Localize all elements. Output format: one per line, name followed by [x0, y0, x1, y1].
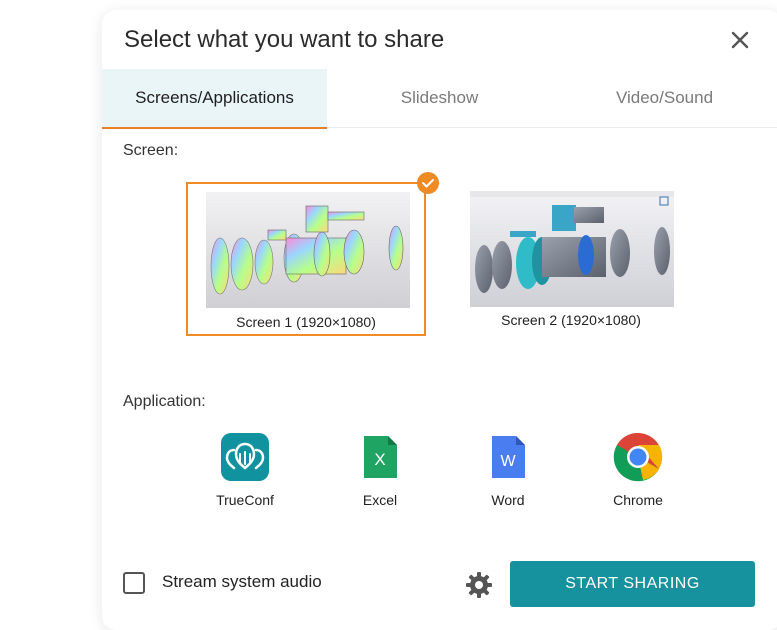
app-trueconf[interactable]: TrueConf [200, 432, 290, 522]
dialog-title: Select what you want to share [124, 26, 445, 53]
close-icon[interactable] [728, 28, 752, 52]
start-sharing-button[interactable]: START SHARING [510, 561, 755, 607]
screen-section-label: Screen: [123, 142, 179, 159]
tab-bar: Screens/Applications Slideshow Video/Sou… [102, 69, 777, 129]
application-section-label: Application: [123, 393, 206, 410]
screen-1-caption: Screen 1 (1920×1080) [236, 314, 376, 330]
selected-check-icon [417, 172, 439, 194]
word-icon: W [483, 432, 533, 482]
excel-icon: X [355, 432, 405, 482]
app-word[interactable]: W Word [463, 432, 553, 522]
tab-slideshow[interactable]: Slideshow [327, 69, 552, 127]
screen-1-thumbnail [206, 192, 410, 308]
screen-2-thumbnail [470, 191, 674, 307]
app-excel-label: Excel [362, 492, 398, 508]
gear-icon[interactable] [464, 570, 494, 600]
trueconf-icon [220, 432, 270, 482]
chrome-icon [613, 432, 663, 482]
stream-audio-checkbox[interactable] [123, 572, 145, 594]
tab-screens-applications[interactable]: Screens/Applications [102, 69, 327, 129]
stream-audio-label: Stream system audio [162, 572, 322, 591]
screen-2-card[interactable]: Screen 2 (1920×1080) [451, 182, 691, 336]
svg-text:W: W [500, 453, 516, 470]
svg-text:X: X [374, 450, 385, 469]
screen-2-caption: Screen 2 (1920×1080) [501, 312, 641, 328]
app-chrome[interactable]: Chrome [593, 432, 683, 522]
tab-video-sound[interactable]: Video/Sound [552, 69, 777, 127]
app-trueconf-label: TrueConf [216, 492, 274, 508]
app-word-label: Word [491, 492, 525, 508]
app-excel[interactable]: X Excel [335, 432, 425, 522]
screen-1-card[interactable]: Screen 1 (1920×1080) [186, 172, 439, 336]
app-chrome-label: Chrome [613, 492, 663, 508]
share-dialog: Select what you want to share Screens/Ap… [102, 10, 777, 630]
